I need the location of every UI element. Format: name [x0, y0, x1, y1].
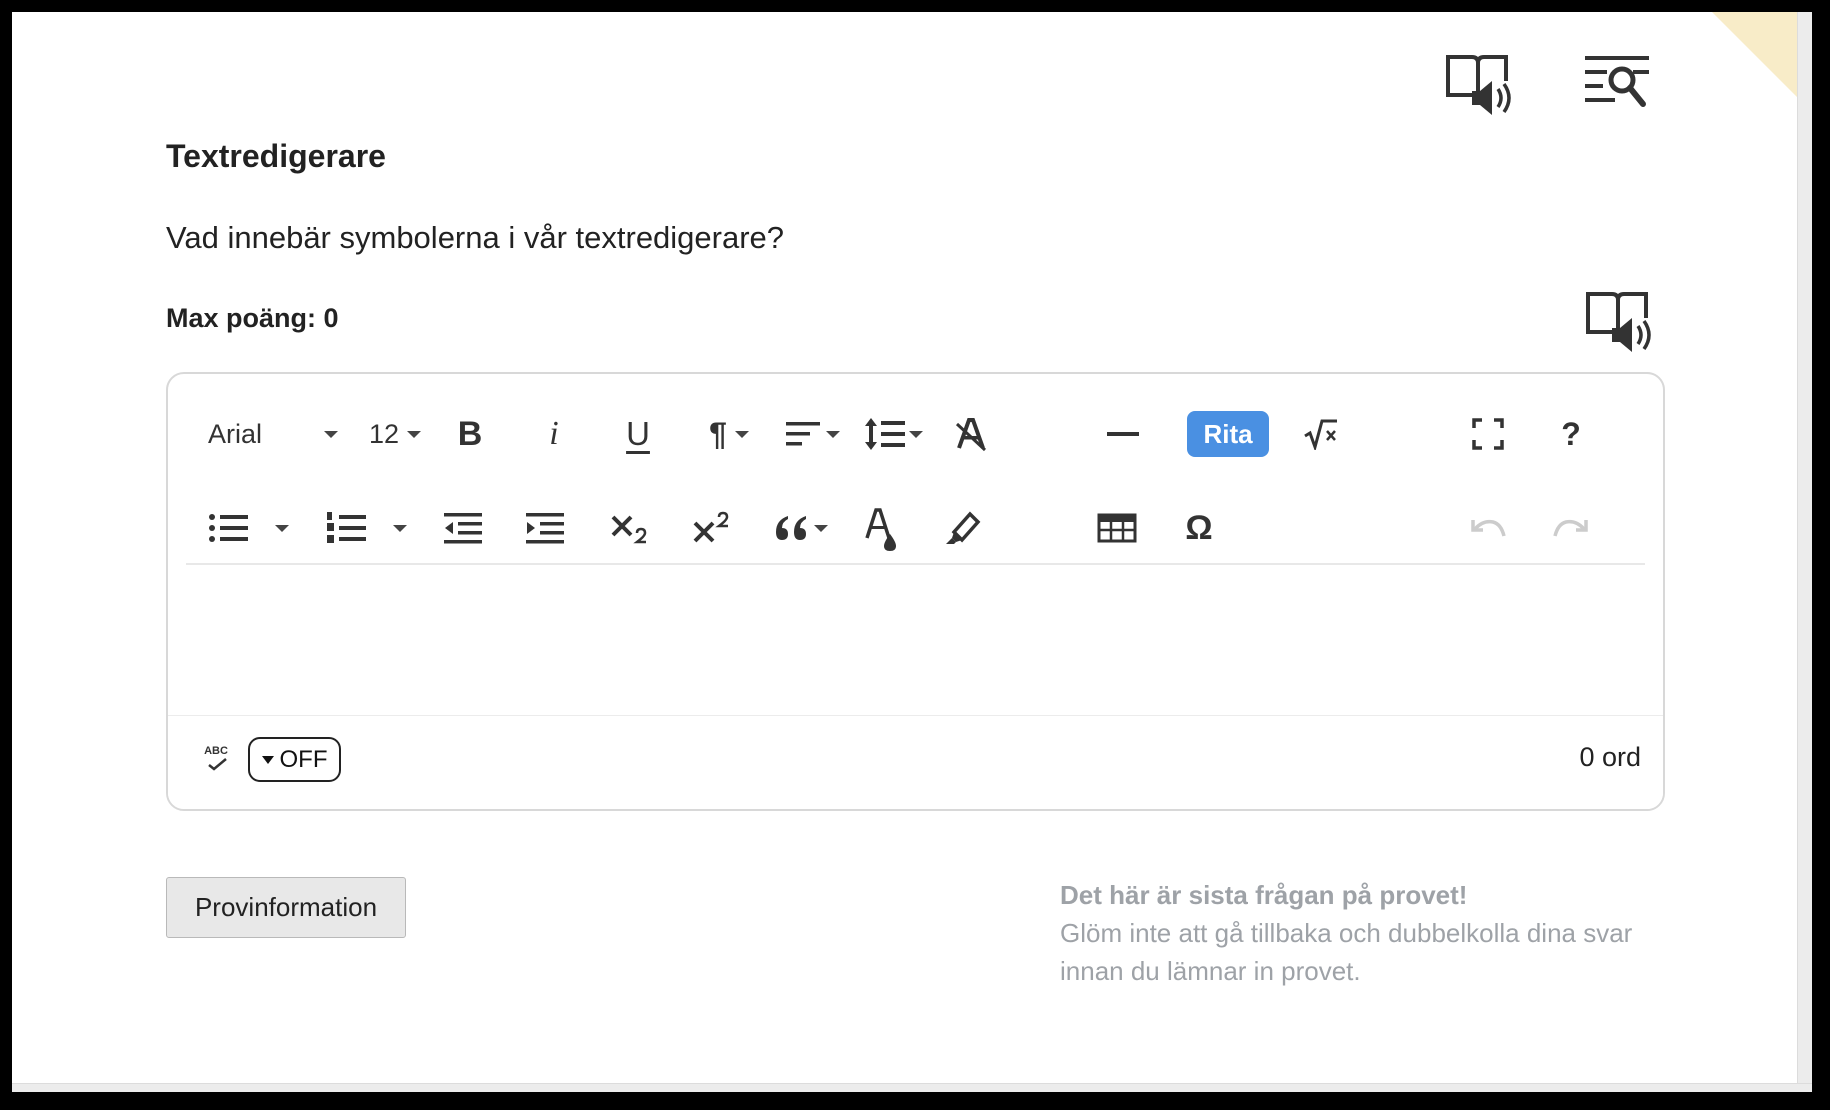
redo-icon — [1553, 519, 1588, 537]
paragraph-icon: ¶ — [709, 415, 727, 452]
text-search-icon — [1585, 56, 1649, 107]
undo-button[interactable] — [1463, 504, 1513, 552]
question-read-aloud-button[interactable] — [1582, 288, 1662, 358]
last-question-text: Glöm inte att gå tillbaka och dubbelkoll… — [1060, 918, 1633, 986]
bullet-list-button[interactable] — [204, 504, 252, 552]
special-characters-button[interactable]: Ω — [1174, 504, 1224, 552]
bottom-edge — [12, 1083, 1812, 1092]
fullscreen-icon — [1472, 418, 1504, 450]
scroll-edge — [1797, 12, 1812, 1092]
italic-icon: i — [549, 415, 559, 452]
spellcheck-toggle[interactable]: OFF — [248, 737, 341, 782]
spellcheck-toggle-label: OFF — [279, 745, 328, 773]
line-height-button[interactable] — [860, 410, 926, 458]
exam-info-button[interactable]: Provinformation — [166, 877, 406, 938]
text-search-button[interactable] — [1580, 50, 1656, 118]
question-title: Textredigerare — [166, 138, 386, 174]
increase-indent-button[interactable] — [520, 504, 570, 552]
quote-icon — [776, 516, 806, 540]
text-color-icon — [865, 508, 896, 551]
bullet-list-icon — [209, 514, 248, 542]
font-size-value: 12 — [368, 418, 400, 449]
numbered-list-icon — [327, 512, 366, 543]
help-button[interactable]: ? — [1546, 410, 1596, 458]
fullscreen-button[interactable] — [1463, 410, 1513, 458]
chevron-down-icon — [393, 524, 407, 532]
table-icon — [1097, 513, 1137, 543]
bold-icon: B — [457, 414, 483, 453]
horizontal-line-button[interactable] — [1098, 410, 1148, 458]
superscript-icon — [693, 511, 729, 543]
align-left-icon — [786, 422, 820, 446]
paragraph-format-button[interactable]: ¶ — [698, 410, 760, 458]
quote-button[interactable] — [768, 504, 834, 552]
bold-button[interactable]: B — [446, 410, 494, 458]
spellcheck-label: ABC — [204, 745, 228, 757]
page: Textredigerare Vad innebär symbolerna i … — [12, 12, 1812, 1092]
insert-table-button[interactable] — [1092, 504, 1142, 552]
decrease-indent-button[interactable] — [438, 504, 488, 552]
question-text: Vad innebär symbolerna i vår textrediger… — [166, 220, 785, 255]
square-root-icon — [1304, 419, 1337, 450]
redo-button[interactable] — [1546, 504, 1596, 552]
editor-status-bar: ABC OFF 0 ord — [168, 715, 1663, 809]
text-color-button[interactable] — [856, 504, 906, 556]
editor-content-area[interactable] — [168, 565, 1663, 715]
word-count: 0 ord — [1579, 742, 1641, 772]
clear-formatting-button[interactable] — [946, 410, 996, 458]
underline-icon: U — [626, 415, 650, 452]
line-height-icon — [865, 418, 905, 450]
undo-icon — [1471, 519, 1506, 537]
align-button[interactable] — [780, 410, 844, 458]
subscript-icon — [611, 515, 647, 544]
chevron-down-icon — [734, 430, 749, 438]
omega-icon: Ω — [1185, 508, 1213, 547]
last-question-title: Det här är sista frågan på provet! — [1060, 880, 1468, 910]
horizontal-line-icon — [1107, 432, 1139, 436]
highlight-button[interactable] — [938, 504, 988, 552]
font-family-value: Arial — [208, 418, 263, 449]
spellcheck-button[interactable]: ABC — [198, 738, 234, 778]
chevron-down-icon — [826, 430, 840, 438]
chevron-down-icon — [324, 430, 338, 438]
numbered-list-options-button[interactable] — [386, 504, 414, 552]
font-size-select[interactable]: 12 — [360, 410, 430, 458]
checkmark-icon — [208, 758, 227, 771]
underline-button[interactable]: U — [614, 410, 662, 458]
font-family-select[interactable]: Arial — [192, 410, 342, 458]
read-aloud-button[interactable] — [1442, 48, 1522, 124]
help-icon: ? — [1561, 415, 1581, 452]
caret-down-icon — [261, 755, 274, 764]
math-formula-button[interactable] — [1296, 410, 1346, 458]
text-editor: Arial 12 B i U ¶ Rita ? Ω ABC OFF 0 ord — [166, 372, 1665, 811]
outdent-icon — [444, 513, 482, 544]
chevron-down-icon — [407, 430, 422, 438]
chevron-down-icon — [909, 430, 923, 438]
italic-button[interactable]: i — [530, 410, 578, 458]
book-speaker-icon — [1586, 292, 1651, 352]
subscript-button[interactable] — [606, 504, 656, 552]
bullet-list-options-button[interactable] — [268, 504, 296, 552]
last-question-note: Det här är sista frågan på provet! Glöm … — [1060, 876, 1660, 990]
chevron-down-icon — [814, 524, 828, 532]
draw-button[interactable]: Rita — [1187, 411, 1269, 457]
book-speaker-icon — [1446, 55, 1511, 115]
highlighter-icon — [946, 511, 981, 544]
clear-formatting-icon — [955, 418, 987, 452]
indent-icon — [526, 513, 564, 544]
max-points: Max poäng: 0 — [166, 303, 339, 333]
chevron-down-icon — [275, 524, 289, 532]
superscript-button[interactable] — [688, 504, 738, 552]
numbered-list-button[interactable] — [322, 504, 370, 552]
